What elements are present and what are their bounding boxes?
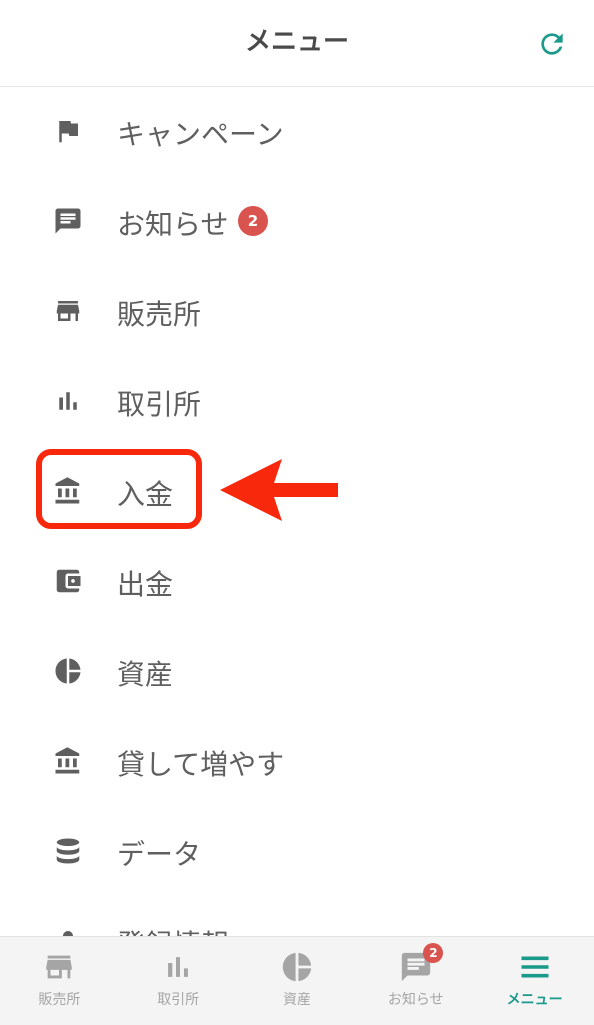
wallet-icon: [50, 563, 86, 599]
notification-badge: 2: [238, 206, 268, 236]
tab-exchange[interactable]: 取引所: [119, 937, 238, 1025]
tab-store[interactable]: 販売所: [0, 937, 119, 1025]
highlight-box: [36, 449, 202, 529]
menu-item-label: お知らせ: [117, 208, 229, 241]
menu-item-label: キャンペーン: [117, 118, 284, 151]
tab-label: 取引所: [157, 992, 200, 1008]
menu-item-data[interactable]: データ: [0, 806, 594, 896]
menu-item-assets[interactable]: 資産: [0, 626, 594, 716]
menu-item-label: 販売所: [117, 298, 202, 331]
tab-label: お知らせ: [387, 992, 444, 1008]
bottom-nav: 販売所 取引所 資産 2 お知らせ メニュー: [0, 936, 594, 1025]
tab-label: 資産: [282, 992, 311, 1008]
pie-chart-icon: [279, 949, 315, 985]
bar-chart-icon: [160, 949, 196, 985]
hamburger-icon: [517, 949, 553, 985]
menu-item-store[interactable]: 販売所: [0, 266, 594, 356]
bar-chart-icon: [50, 383, 86, 419]
menu-item-label: 登録情報: [117, 923, 229, 936]
bank-icon: [50, 743, 86, 779]
menu-item-registration[interactable]: 登録情報: [0, 896, 594, 936]
tab-label: 販売所: [38, 992, 81, 1008]
app-header: メニュー: [0, 0, 594, 87]
menu-item-news[interactable]: お知らせ 2: [0, 176, 594, 266]
tab-menu[interactable]: メニュー: [475, 937, 594, 1025]
tab-label: メニュー: [506, 992, 563, 1008]
store-icon: [41, 949, 77, 985]
pie-chart-icon: [50, 653, 86, 689]
menu-item-label: 出金: [117, 568, 174, 601]
notification-badge: 2: [423, 943, 444, 963]
menu-item-label: 資産: [117, 658, 174, 691]
menu-item-lending[interactable]: 貸して増やす: [0, 716, 594, 806]
tab-news[interactable]: 2 お知らせ: [356, 937, 475, 1025]
store-icon: [50, 293, 86, 329]
tab-assets[interactable]: 資産: [238, 937, 357, 1025]
menu-item-label: データ: [117, 838, 202, 871]
flag-icon: [50, 113, 86, 149]
page-title: メニュー: [244, 27, 349, 57]
user-icon: [50, 923, 86, 936]
menu-item-label: 貸して増やす: [117, 748, 285, 781]
arrow-icon: [220, 459, 338, 521]
message-icon: [50, 203, 86, 239]
menu-item-campaign[interactable]: キャンペーン: [0, 86, 594, 176]
menu-item-exchange[interactable]: 取引所: [0, 356, 594, 446]
menu-item-withdraw[interactable]: 出金: [0, 536, 594, 626]
menu-item-label: 取引所: [117, 388, 202, 421]
refresh-icon[interactable]: [534, 26, 570, 62]
database-icon: [50, 833, 86, 869]
